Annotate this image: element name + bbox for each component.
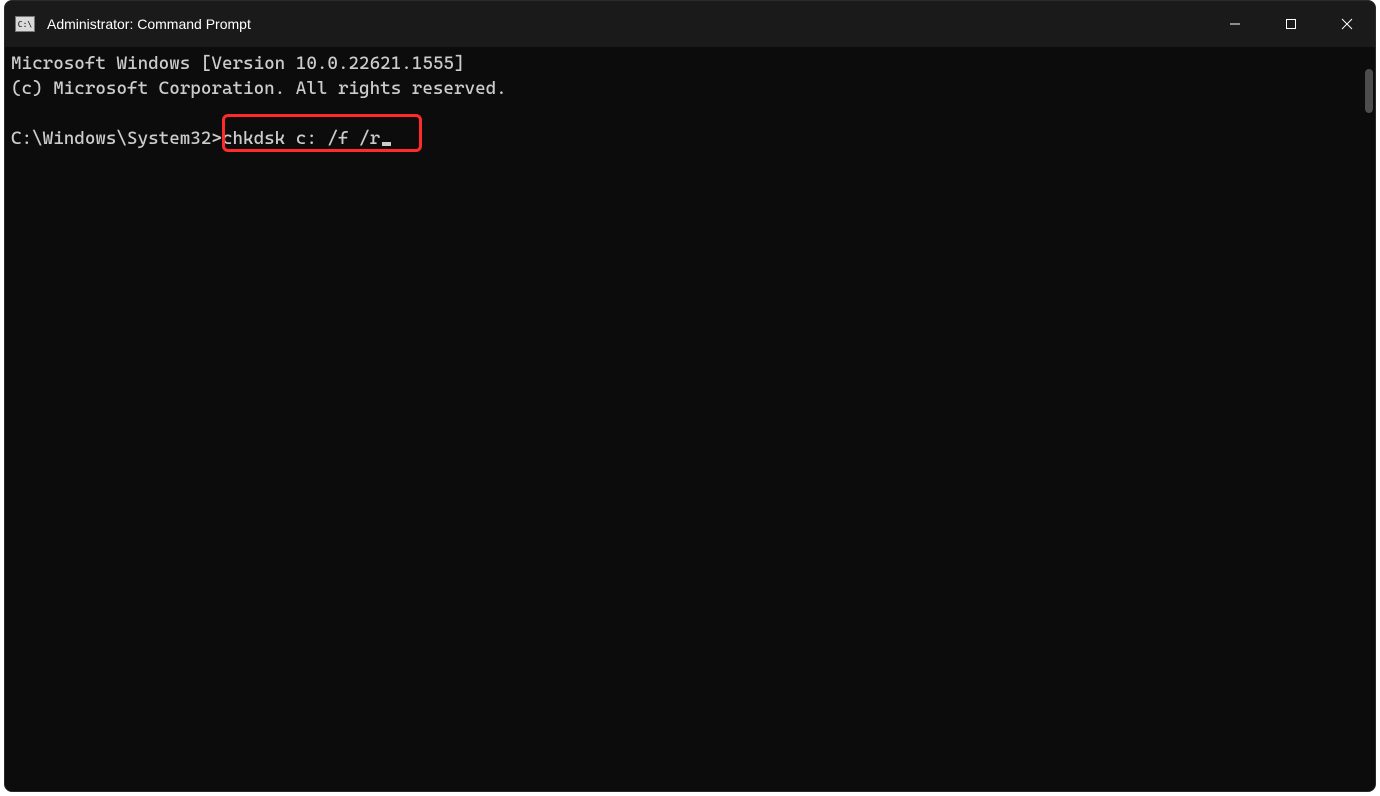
close-icon <box>1341 18 1353 30</box>
close-button[interactable] <box>1319 1 1375 47</box>
window-controls <box>1207 1 1375 47</box>
maximize-icon <box>1285 18 1297 30</box>
prompt-path: C:\Windows\System32> <box>11 128 222 149</box>
cmd-app-icon-label: C:\ <box>18 20 32 29</box>
minimize-icon <box>1229 18 1241 30</box>
command-prompt-window: C:\ Administrator: Command Prompt Micros… <box>4 0 1376 792</box>
maximize-button[interactable] <box>1263 1 1319 47</box>
scrollbar-thumb[interactable] <box>1365 69 1373 113</box>
minimize-button[interactable] <box>1207 1 1263 47</box>
text-cursor <box>382 142 391 146</box>
titlebar[interactable]: C:\ Administrator: Command Prompt <box>5 1 1375 47</box>
typed-command: chkdsk c: /f /r <box>222 128 380 149</box>
terminal-output[interactable]: Microsoft Windows [Version 10.0.22621.15… <box>5 47 1375 791</box>
cmd-app-icon: C:\ <box>15 16 35 32</box>
version-line: Microsoft Windows [Version 10.0.22621.15… <box>11 53 465 74</box>
prompt-line: C:\Windows\System32>chkdsk c: /f /r <box>11 126 391 151</box>
window-title: Administrator: Command Prompt <box>47 16 251 32</box>
copyright-line: (c) Microsoft Corporation. All rights re… <box>11 78 507 99</box>
